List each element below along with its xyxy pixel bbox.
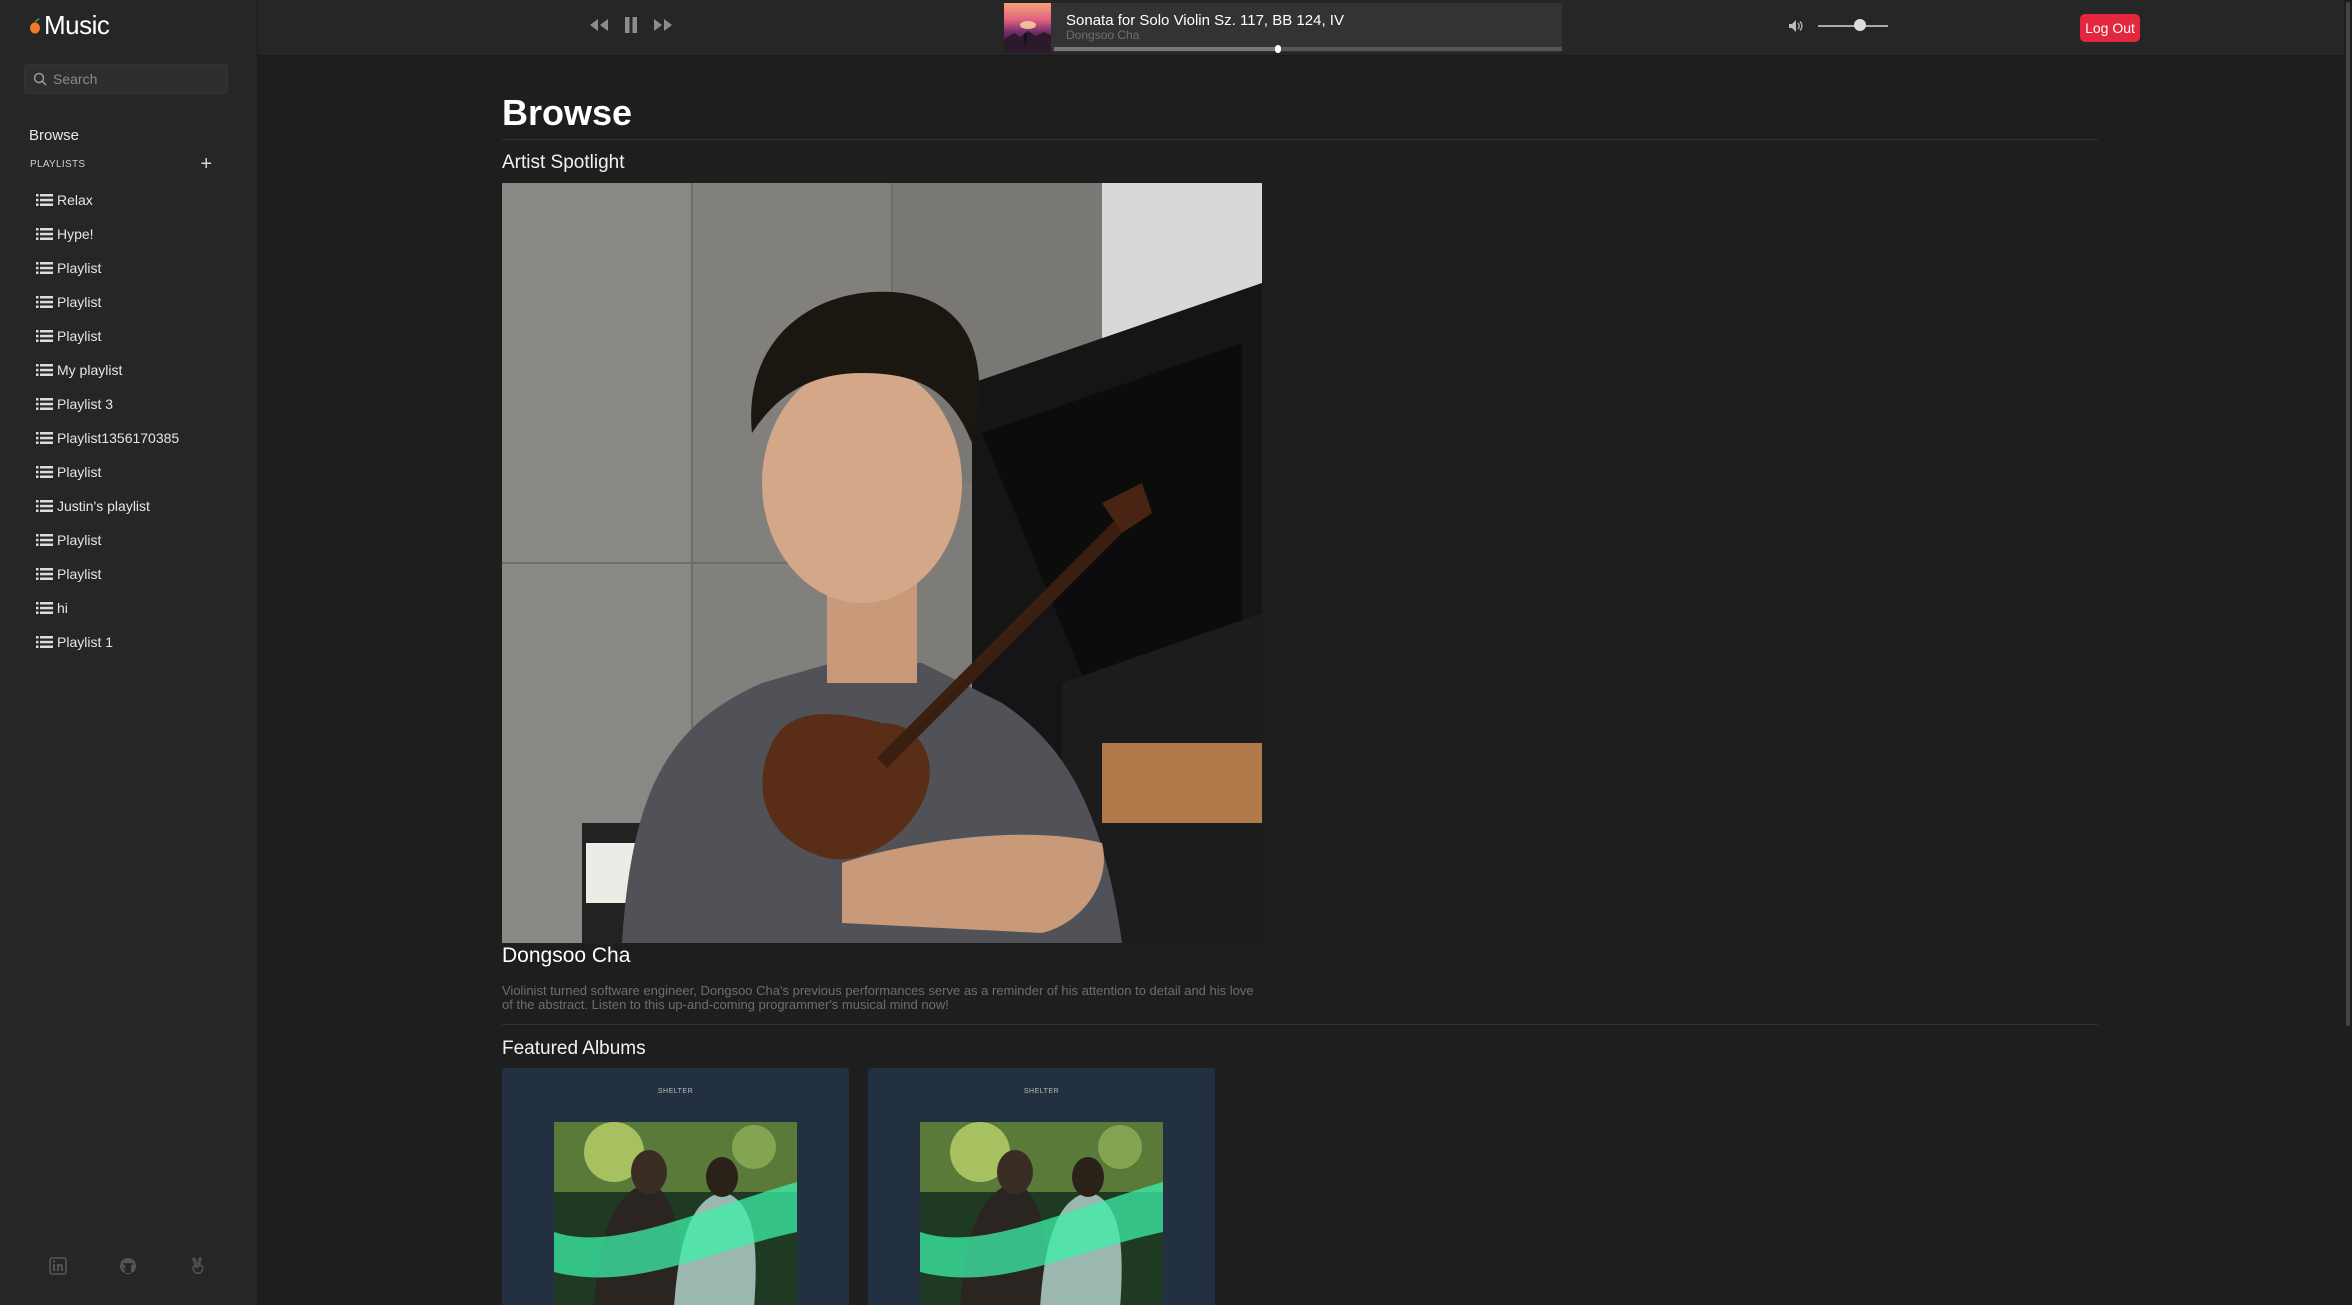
playlist-label: Playlist	[57, 294, 102, 310]
sidebar-playlist-item[interactable]: Playlist1356170385	[36, 421, 179, 455]
sidebar-playlist-item[interactable]: Playlist	[36, 285, 179, 319]
now-playing-artwork	[1004, 3, 1051, 52]
list-icon	[36, 329, 53, 343]
page-title: Browse	[502, 92, 633, 133]
list-icon	[36, 465, 53, 479]
list-icon	[36, 227, 53, 241]
sidebar-playlist-item[interactable]: Playlist	[36, 523, 179, 557]
sidebar: Music Browse PLAYLISTS + Relax Hype! Playl…	[0, 0, 258, 1305]
sidebar-playlist-item[interactable]: My playlist	[36, 353, 179, 387]
search-icon	[33, 72, 47, 86]
sidebar-playlist-item[interactable]: Playlist 3	[36, 387, 179, 421]
pause-icon[interactable]	[620, 14, 642, 36]
list-icon	[36, 261, 53, 275]
playlist-label: Playlist 3	[57, 396, 114, 412]
album-cover	[554, 1122, 797, 1305]
featured-albums-heading: Featured Albums	[502, 1038, 646, 1059]
album-cover	[920, 1122, 1163, 1305]
sidebar-playlist-item[interactable]: Hype!	[36, 217, 179, 251]
playlist-list: Relax Hype! Playlist Playlist Playlist My pla…	[36, 183, 179, 659]
now-playing: Sonata for Solo Violin Sz. 117, BB 124, …	[1004, 3, 1562, 53]
album-label: SHELTER	[657, 1088, 694, 1095]
artist-photo[interactable]	[502, 183, 1262, 943]
scrollbar[interactable]	[2344, 0, 2352, 1305]
sidebar-playlist-item[interactable]: Justin's playlist	[36, 489, 179, 523]
add-playlist-icon[interactable]: +	[200, 154, 212, 174]
list-icon	[36, 193, 53, 207]
playlist-label: Playlist	[57, 464, 102, 480]
sidebar-playlist-item[interactable]: hi	[36, 591, 179, 625]
album-card[interactable]: SHELTER	[868, 1068, 1215, 1305]
volume-control	[1788, 18, 1888, 34]
list-icon	[36, 533, 53, 547]
playlist-label: Justin's playlist	[57, 498, 150, 514]
list-icon	[36, 601, 53, 615]
sidebar-playlist-item[interactable]: Playlist	[36, 319, 179, 353]
sidebar-playlist-item[interactable]: Playlist	[36, 455, 179, 489]
progress-fill	[1054, 47, 1278, 51]
sidebar-playlist-item[interactable]: Playlist	[36, 557, 179, 591]
track-title: Sonata for Solo Violin Sz. 117, BB 124, …	[1066, 12, 1344, 29]
playlists-label: PLAYLISTS	[30, 158, 86, 170]
main-content: Browse Artist Spotlight Dongsoo Cha Viol…	[258, 56, 2334, 1305]
app-title: Music	[44, 10, 110, 40]
github-icon[interactable]	[118, 1256, 138, 1276]
track-artist: Dongsoo Cha	[1066, 28, 1140, 42]
album-card[interactable]: SHELTER	[502, 1068, 849, 1305]
social-links	[48, 1256, 208, 1276]
volume-handle[interactable]	[1854, 19, 1866, 31]
list-icon	[36, 397, 53, 411]
artist-name[interactable]: Dongsoo Cha	[502, 944, 630, 968]
fast-forward-icon[interactable]	[652, 14, 674, 36]
logout-button[interactable]: Log Out	[2080, 14, 2140, 42]
playlist-label: Playlist 1	[57, 634, 114, 650]
search-input[interactable]	[53, 71, 223, 87]
sidebar-playlist-item[interactable]: Playlist 1	[36, 625, 179, 659]
app-logo[interactable]: Music	[28, 10, 110, 41]
linkedin-icon[interactable]	[48, 1256, 68, 1276]
progress-bar[interactable]	[1054, 45, 1562, 53]
list-icon	[36, 295, 53, 309]
volume-slider[interactable]	[1818, 19, 1888, 31]
search-box[interactable]	[24, 64, 228, 94]
divider	[502, 139, 2098, 140]
playlist-label: Playlist1356170385	[57, 430, 180, 446]
playlists-header: PLAYLISTS +	[30, 154, 212, 174]
list-icon	[36, 635, 53, 649]
peach-logo-icon	[30, 18, 40, 33]
playlist-label: Playlist	[57, 532, 102, 548]
album-label: SHELTER	[1023, 1088, 1060, 1095]
transport-controls	[588, 14, 674, 36]
angellist-icon[interactable]	[188, 1256, 208, 1276]
playlist-label: Playlist	[57, 328, 102, 344]
playlist-label: Playlist	[57, 260, 102, 276]
playlist-label: Playlist	[57, 566, 102, 582]
progress-handle[interactable]	[1274, 45, 1281, 53]
rewind-icon[interactable]	[588, 14, 610, 36]
list-icon	[36, 567, 53, 581]
playlist-label: My playlist	[57, 362, 123, 378]
artist-bio: Violinist turned software engineer, Dong…	[502, 983, 1254, 1012]
playlist-label: Hype!	[57, 226, 94, 242]
list-icon	[36, 363, 53, 377]
player-bar: Sonata for Solo Violin Sz. 117, BB 124, …	[258, 0, 2352, 56]
sidebar-playlist-item[interactable]: Playlist	[36, 251, 179, 285]
playlist-label: hi	[57, 600, 68, 616]
artist-spotlight-heading: Artist Spotlight	[502, 152, 625, 173]
sidebar-playlist-item[interactable]: Relax	[36, 183, 179, 217]
album-grid: SHELTER SHELTER	[502, 1068, 1215, 1305]
list-icon	[36, 499, 53, 513]
sidebar-item-browse[interactable]: Browse	[29, 127, 79, 144]
list-icon	[36, 431, 53, 445]
divider	[502, 1024, 2098, 1025]
volume-icon[interactable]	[1788, 18, 1804, 34]
playlist-label: Relax	[57, 192, 93, 208]
scrollbar-thumb[interactable]	[2346, 2, 2350, 1026]
